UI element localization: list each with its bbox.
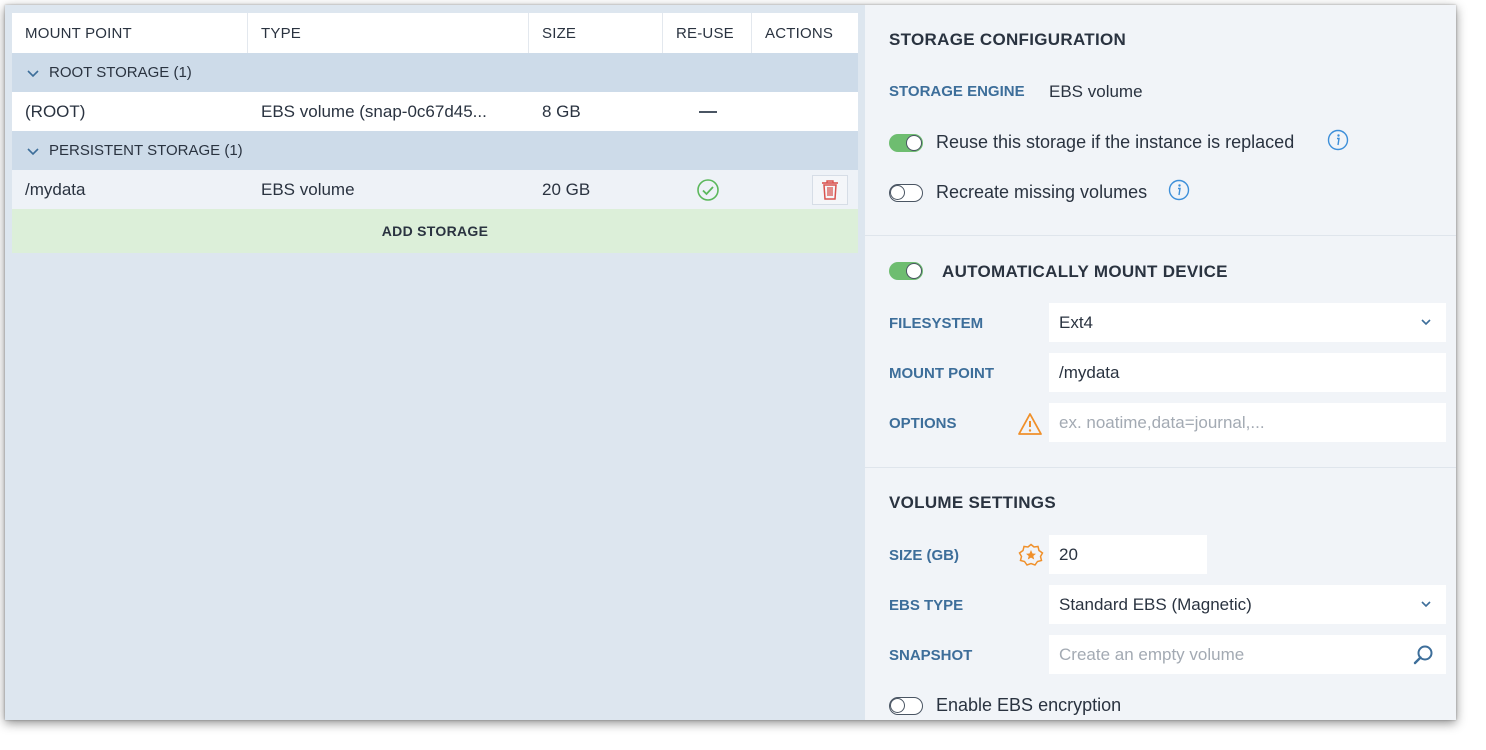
group-header-root-storage[interactable]: ROOT STORAGE (1) <box>12 53 858 92</box>
mount-point-label: MOUNT POINT <box>889 365 994 382</box>
cell-actions <box>752 92 858 131</box>
column-header-type[interactable]: TYPE <box>248 13 529 53</box>
storage-list-panel: MOUNT POINT TYPE SIZE RE-USE ACTIONS ROO… <box>5 5 865 720</box>
column-header-actions: ACTIONS <box>765 24 834 42</box>
filesystem-value: Ext4 <box>1059 312 1094 332</box>
auto-mount-title: AUTOMATICALLY MOUNT DEVICE <box>942 262 1228 281</box>
cell-type: EBS volume (snap-0c67d45... <box>261 101 487 121</box>
snapshot-input[interactable]: Create an empty volume <box>1049 635 1446 674</box>
ebs-encryption-toggle[interactable] <box>889 697 923 715</box>
size-label: SIZE (GB) <box>889 547 959 564</box>
cell-reuse <box>663 92 752 131</box>
mount-point-input[interactable]: /mydata <box>1049 353 1446 392</box>
recreate-volumes-toggle[interactable] <box>889 184 923 202</box>
auto-mount-toggle[interactable] <box>889 262 923 280</box>
dash-icon <box>698 110 717 113</box>
table-header: MOUNT POINT TYPE SIZE RE-USE ACTIONS <box>12 13 858 53</box>
badge-star-icon <box>1018 543 1044 566</box>
storage-engine-value: EBS volume <box>1049 82 1143 101</box>
chevron-down-icon <box>27 147 39 155</box>
snapshot-placeholder: Create an empty volume <box>1059 644 1245 664</box>
storage-configuration-title: STORAGE CONFIGURATION <box>889 30 1127 49</box>
table-row[interactable]: /mydata EBS volume 20 GB <box>12 170 858 209</box>
ebs-type-label: EBS TYPE <box>889 597 964 614</box>
size-value: 20 <box>1059 544 1078 564</box>
check-circle-icon <box>696 178 719 201</box>
ebs-type-value: Standard EBS (Magnetic) <box>1059 594 1252 614</box>
column-header-mount-point[interactable]: MOUNT POINT <box>12 13 248 53</box>
group-header-persistent-storage[interactable]: PERSISTENT STORAGE (1) <box>12 131 858 170</box>
delete-button[interactable] <box>812 174 848 205</box>
recreate-volumes-label: Recreate missing volumes <box>936 182 1148 202</box>
divider <box>865 467 1456 468</box>
cell-size: 8 GB <box>542 101 581 121</box>
snapshot-label: SNAPSHOT <box>889 647 973 664</box>
column-header-size[interactable]: SIZE <box>529 13 663 53</box>
chevron-down-icon <box>27 69 39 77</box>
mount-point-value: /mydata <box>1059 362 1120 382</box>
toggle-knob <box>906 263 922 279</box>
storage-engine-label: STORAGE ENGINE <box>889 83 1025 100</box>
search-icon[interactable] <box>1412 644 1434 666</box>
options-label: OPTIONS <box>889 415 957 432</box>
volume-settings-title: VOLUME SETTINGS <box>889 493 1056 512</box>
filesystem-label: FILESYSTEM <box>889 315 984 332</box>
cell-size: 20 GB <box>542 179 591 199</box>
chevron-down-icon <box>1421 319 1431 326</box>
column-header-reuse[interactable]: RE-USE <box>663 13 752 53</box>
ebs-encryption-label: Enable EBS encryption <box>936 695 1122 715</box>
storage-table: MOUNT POINT TYPE SIZE RE-USE ACTIONS ROO… <box>12 13 858 253</box>
trash-icon <box>822 179 838 200</box>
cell-actions <box>752 170 858 209</box>
info-icon[interactable] <box>1327 129 1349 151</box>
chevron-down-icon <box>1421 601 1431 608</box>
options-placeholder: ex. noatime,data=journal,... <box>1059 412 1265 432</box>
toggle-knob <box>890 185 905 200</box>
reuse-storage-toggle[interactable] <box>889 134 923 152</box>
warning-icon <box>1018 413 1042 435</box>
storage-configuration-panel: STORAGE CONFIGURATION STORAGE ENGINE EBS… <box>865 5 1456 720</box>
filesystem-select[interactable]: Ext4 <box>1049 303 1446 342</box>
info-icon[interactable] <box>1168 179 1190 201</box>
cell-mount-point: (ROOT) <box>25 101 86 121</box>
cell-mount-point: /mydata <box>25 179 86 199</box>
cell-reuse <box>663 170 752 209</box>
size-input[interactable]: 20 <box>1049 535 1207 574</box>
group-label: ROOT STORAGE (1) <box>49 64 192 81</box>
reuse-storage-label: Reuse this storage if the instance is re… <box>936 132 1295 152</box>
add-storage-button[interactable]: ADD STORAGE <box>12 209 858 253</box>
storage-dialog: MOUNT POINT TYPE SIZE RE-USE ACTIONS ROO… <box>5 5 1456 720</box>
table-row[interactable]: (ROOT) EBS volume (snap-0c67d45... 8 GB <box>12 92 858 131</box>
ebs-type-select[interactable]: Standard EBS (Magnetic) <box>1049 585 1446 624</box>
cell-type: EBS volume <box>261 179 355 199</box>
divider <box>865 235 1456 236</box>
toggle-knob <box>906 135 922 151</box>
options-input[interactable]: ex. noatime,data=journal,... <box>1049 403 1446 442</box>
toggle-knob <box>890 698 905 713</box>
group-label: PERSISTENT STORAGE (1) <box>49 142 243 159</box>
